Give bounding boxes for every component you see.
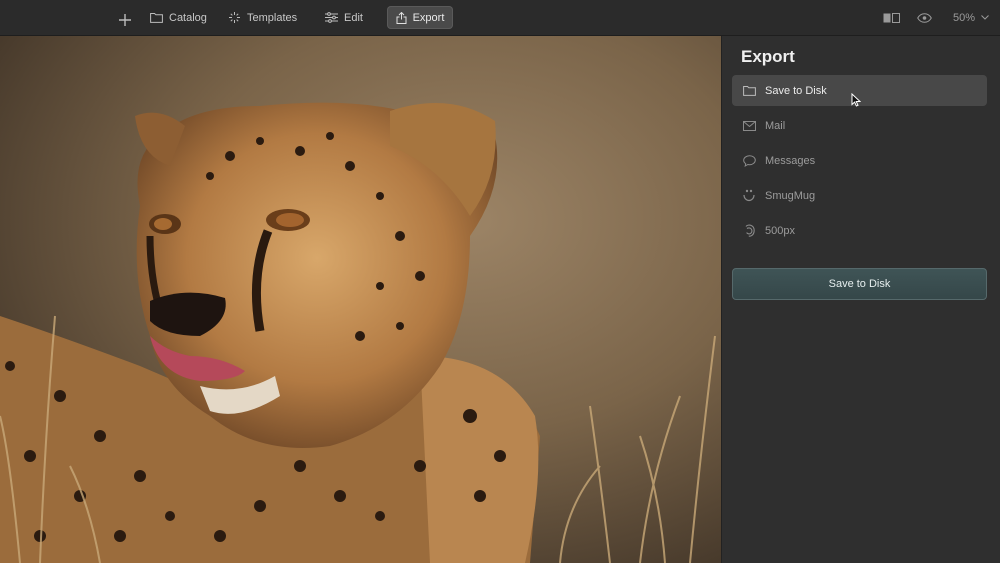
add-button[interactable] <box>118 8 132 31</box>
plus-icon <box>119 13 131 26</box>
preview-toggle[interactable] <box>917 6 932 29</box>
zoom-dropdown[interactable]: 50% <box>953 6 989 29</box>
templates-label: Templates <box>247 11 298 24</box>
option-label: Mail <box>765 119 786 132</box>
export-panel: Export Save to Disk Mail Messages SmugMu… <box>721 36 1000 563</box>
folder-icon <box>742 84 756 98</box>
eye-icon <box>917 12 932 23</box>
catalog-tab[interactable]: Catalog <box>150 6 207 29</box>
save-to-disk-button[interactable]: Save to Disk <box>732 268 987 300</box>
compare-icon <box>883 12 900 23</box>
option-500px[interactable]: 500px <box>732 215 987 246</box>
share-icon <box>396 11 407 24</box>
export-tab[interactable]: Export <box>387 6 453 29</box>
option-label: 500px <box>765 224 795 237</box>
folder-icon <box>150 13 163 23</box>
option-label: Save to Disk <box>765 84 827 97</box>
edit-tab[interactable]: Edit <box>325 6 363 29</box>
option-messages[interactable]: Messages <box>732 145 987 176</box>
chevron-down-icon <box>981 15 989 20</box>
sliders-icon <box>325 12 338 23</box>
compare-toggle[interactable] <box>883 6 900 29</box>
sparkle-icon <box>229 12 240 23</box>
cheetah-photo <box>0 36 721 563</box>
catalog-label: Catalog <box>169 11 207 24</box>
edit-label: Edit <box>344 11 363 24</box>
smugmug-icon <box>742 189 756 203</box>
photo-canvas[interactable] <box>0 36 721 563</box>
500px-icon <box>742 224 756 238</box>
option-smugmug[interactable]: SmugMug <box>732 180 987 211</box>
option-label: Messages <box>765 154 816 167</box>
export-label: Export <box>412 11 445 24</box>
messages-icon <box>742 154 756 168</box>
panel-title: Export <box>741 47 795 66</box>
top-toolbar: Catalog Templates Edit Export 50% <box>0 0 1000 36</box>
option-label: SmugMug <box>765 189 816 202</box>
zoom-value: 50% <box>953 11 976 24</box>
templates-tab[interactable]: Templates <box>228 6 297 29</box>
mail-icon <box>742 119 756 133</box>
option-mail[interactable]: Mail <box>732 110 987 141</box>
mouse-cursor-icon <box>851 92 862 112</box>
